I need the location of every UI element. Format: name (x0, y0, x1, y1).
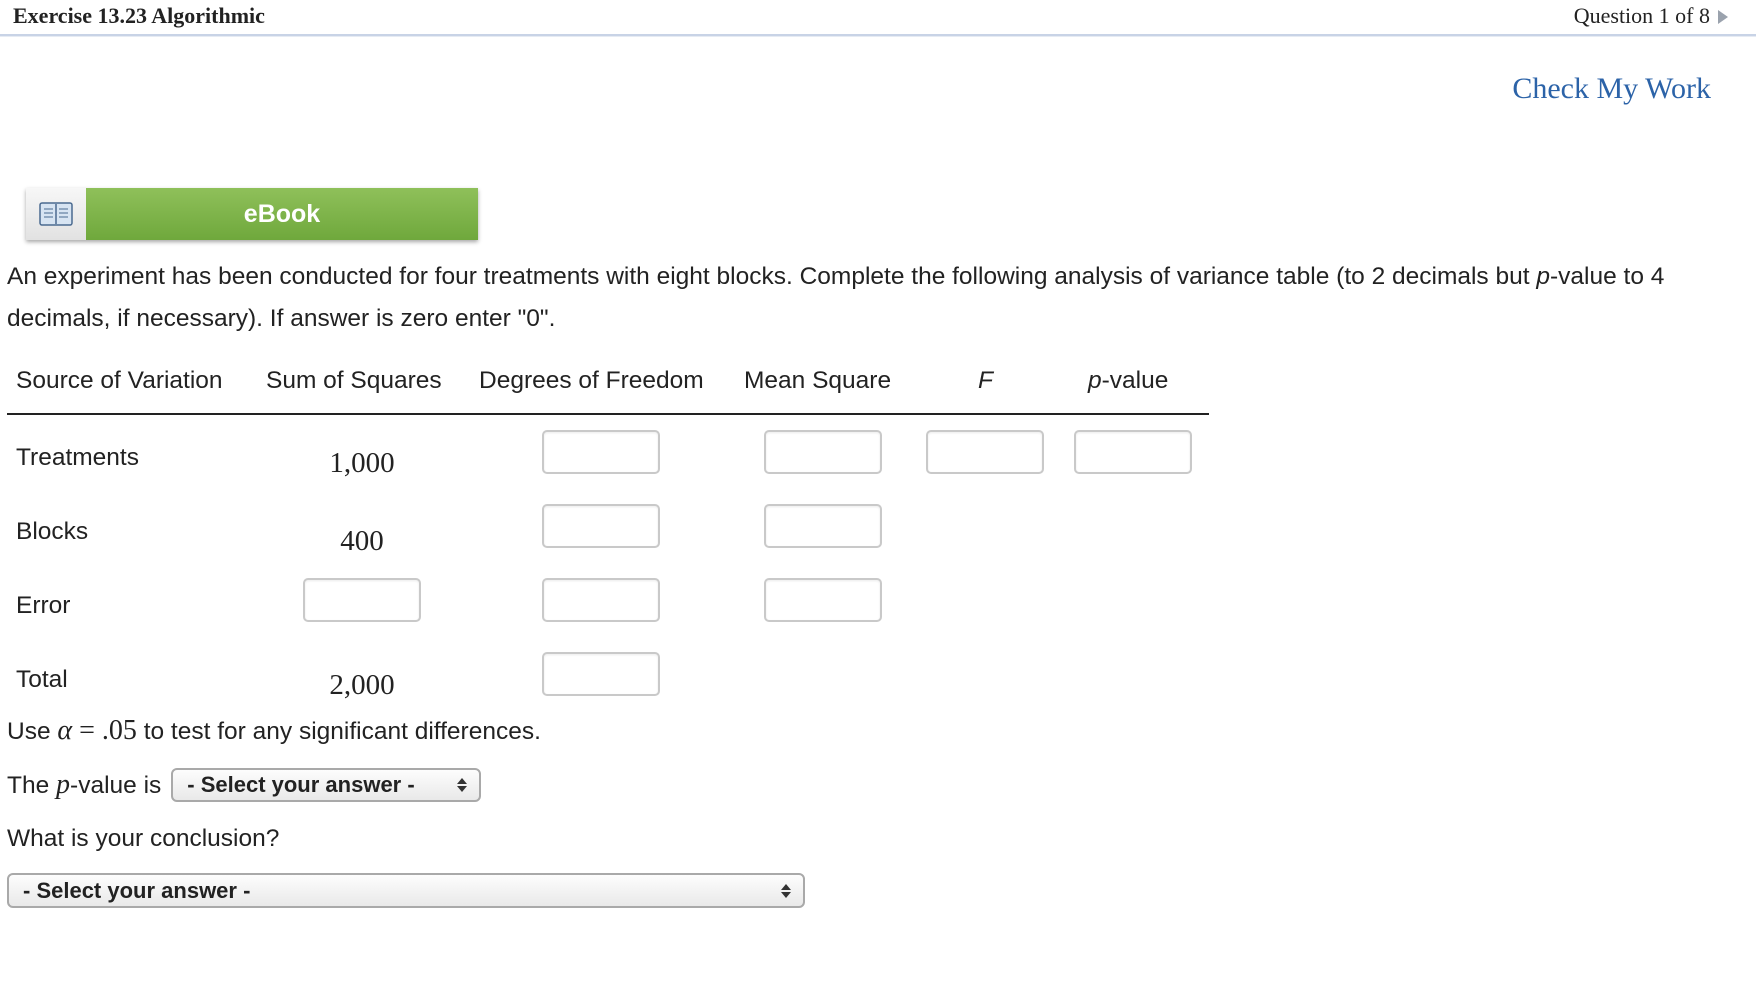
header-bar: Exercise 13.23 Algorithmic Question 1 of… (0, 0, 1756, 36)
table-rule (7, 413, 1209, 415)
header-p-italic: p (1088, 367, 1102, 394)
alpha-value: .05 (101, 715, 137, 746)
blocks-ms-input[interactable] (764, 504, 882, 548)
problem-statement: An experiment has been conducted for fou… (7, 256, 1747, 340)
row-label-blocks: Blocks (16, 518, 89, 545)
header-p-rest: -value (1101, 367, 1169, 394)
error-ss-input[interactable] (303, 578, 421, 622)
treatments-ms-input[interactable] (764, 430, 882, 474)
next-arrow-icon[interactable] (1718, 10, 1728, 24)
check-my-work-link[interactable]: Check My Work (1512, 72, 1711, 106)
pvalue-select[interactable]: - Select your answer - (171, 768, 482, 802)
pvalue-suffix: -value is (70, 772, 162, 799)
select-arrows-icon (457, 778, 468, 792)
pvalue-question: The p-value is - Select your answer - (7, 768, 482, 802)
header-f-text: F (978, 367, 993, 394)
treatments-ss-value: 1,000 (329, 447, 395, 479)
header-degrees-of-freedom: Degrees of Freedom (479, 367, 704, 394)
treatments-f-input[interactable] (926, 430, 1044, 474)
conclusion-select-value: - Select your answer - (23, 877, 251, 903)
alpha-use: Use (7, 718, 58, 745)
pvalue-p-italic: p (56, 769, 71, 800)
conclusion-select[interactable]: - Select your answer - (7, 873, 805, 908)
ebook-label: eBook (86, 188, 478, 240)
pvalue-prefix: The (7, 772, 57, 799)
exercise-title: Exercise 13.23 Algorithmic (13, 3, 265, 28)
error-df-input[interactable] (542, 578, 660, 622)
header-p-value: p-value (1088, 367, 1168, 395)
treatments-df-input[interactable] (542, 430, 660, 474)
pvalue-select-value: - Select your answer - (187, 772, 415, 797)
error-ms-input[interactable] (764, 578, 882, 622)
total-df-input[interactable] (542, 652, 660, 696)
conclusion-label: What is your conclusion? (7, 825, 280, 852)
treatments-pvalue-input[interactable] (1074, 430, 1192, 474)
ebook-button[interactable]: eBook (26, 188, 478, 240)
blocks-ss-value: 400 (340, 525, 384, 557)
problem-p-italic: p (1536, 263, 1550, 290)
book-icon (26, 188, 86, 240)
row-label-treatments: Treatments (16, 444, 139, 471)
question-nav[interactable]: Question 1 of 8 (1574, 3, 1728, 29)
header-source: Source of Variation (16, 367, 223, 394)
alpha-equals: = (72, 715, 102, 746)
header-mean-square: Mean Square (744, 367, 892, 394)
pvalue-question-label: The p-value is (7, 769, 161, 801)
row-label-total: Total (16, 666, 68, 693)
blocks-df-input[interactable] (542, 504, 660, 548)
alpha-rest: to test for any significant differences. (136, 718, 541, 745)
alpha-instruction: Use α = .05 to test for any significant … (7, 715, 541, 747)
problem-text-1: An experiment has been conducted for fou… (7, 263, 1537, 290)
total-ss-value: 2,000 (329, 669, 395, 701)
header-sum-of-squares: Sum of Squares (266, 367, 442, 394)
row-label-error: Error (16, 592, 71, 619)
header-divider (0, 36, 1756, 41)
select-arrows-icon (781, 883, 791, 898)
alpha-symbol: α (57, 715, 73, 746)
question-nav-label: Question 1 of 8 (1573, 3, 1710, 28)
header-f: F (978, 367, 993, 395)
